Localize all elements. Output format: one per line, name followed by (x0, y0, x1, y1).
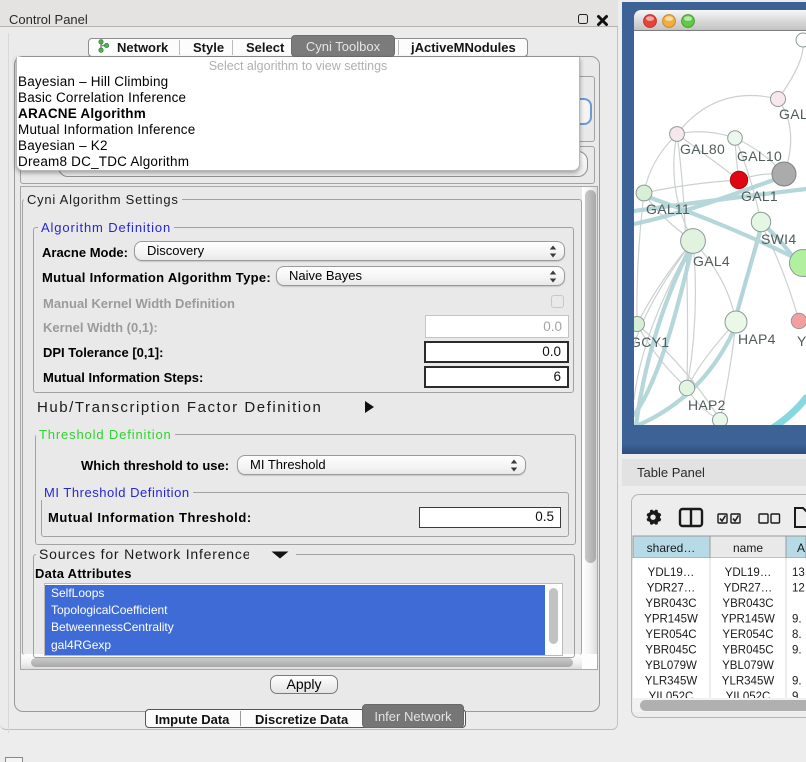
svg-text:YER054C: YER054C (722, 629, 773, 641)
svg-text:YBR043C: YBR043C (722, 598, 773, 610)
svg-text:13: 13 (792, 567, 805, 579)
svg-text:GAL80: GAL80 (680, 141, 725, 157)
svg-text:YDL19…: YDL19… (725, 567, 772, 579)
svg-text:YPR145W: YPR145W (644, 614, 698, 626)
svg-text:12: 12 (792, 583, 805, 595)
svg-text:8.: 8. (792, 629, 802, 641)
svg-text:GCY1: GCY1 (634, 334, 669, 350)
svg-text:YBR043C: YBR043C (645, 598, 696, 610)
svg-text:YBR045C: YBR045C (722, 645, 773, 657)
svg-text:A: A (797, 541, 805, 555)
svg-text:YBL079W: YBL079W (722, 660, 774, 672)
svg-text:shared…: shared… (647, 541, 696, 555)
svg-text:GAL11: GAL11 (646, 201, 690, 217)
svg-text:YER054C: YER054C (645, 629, 696, 641)
svg-text:YLR345W: YLR345W (645, 676, 698, 688)
svg-text:YDL19…: YDL19… (648, 567, 695, 579)
svg-text:GAL7: GAL7 (779, 106, 806, 122)
svg-text:HAP4: HAP4 (738, 331, 776, 347)
svg-text:YDR27…: YDR27… (647, 583, 696, 595)
svg-text:YB: YB (797, 333, 806, 349)
svg-text:9.: 9. (792, 645, 802, 657)
svg-text:YLR345W: YLR345W (722, 676, 775, 688)
svg-text:YPR145W: YPR145W (721, 614, 775, 626)
svg-text:SWI4: SWI4 (761, 231, 796, 247)
svg-text:YBL079W: YBL079W (645, 660, 697, 672)
svg-text:GAL1: GAL1 (741, 188, 778, 204)
svg-text:name: name (733, 541, 763, 555)
svg-text:HAP2: HAP2 (688, 397, 726, 413)
svg-text:YBR045C: YBR045C (645, 645, 696, 657)
svg-text:GAL4: GAL4 (693, 253, 730, 269)
svg-text:GAL10: GAL10 (737, 148, 782, 164)
svg-text:YDR27…: YDR27… (724, 583, 773, 595)
svg-text:9.: 9. (792, 614, 802, 626)
svg-text:9.: 9. (792, 676, 802, 688)
